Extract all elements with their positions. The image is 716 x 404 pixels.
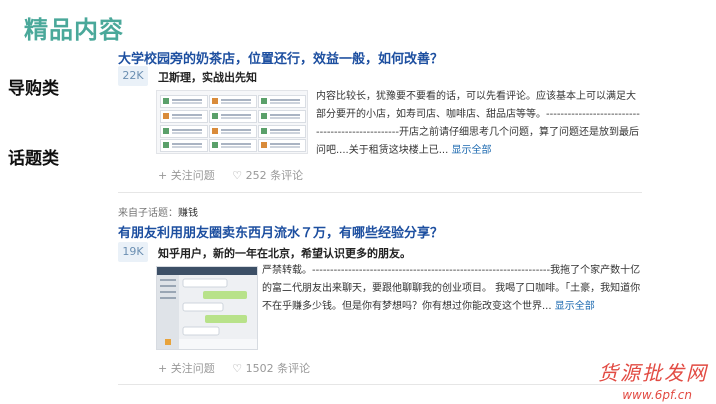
answer-thumbnail[interactable]	[156, 266, 258, 350]
answer-author[interactable]: 知乎用户，新的一年在北京，希望认识更多的朋友。	[158, 245, 411, 261]
answer-excerpt: 严禁转载。-----------------------------------…	[262, 262, 642, 316]
question-title[interactable]: 有朋友利用朋友圈卖东西月流水７万，有哪些经验分享？	[118, 222, 443, 241]
watermark-url: www.6pf.cn	[622, 388, 692, 402]
topic-prefix: 来自子话题：	[118, 208, 178, 219]
feed-divider	[118, 384, 642, 385]
feed-divider	[118, 192, 642, 193]
follow-question-button[interactable]: + 关注问题	[158, 169, 215, 182]
question-title[interactable]: 大学校园旁的奶茶店，位置还行，效益一般，如何改善？	[118, 48, 443, 67]
category-label-shopping: 导购类	[8, 79, 59, 99]
page-title: 精品内容	[24, 16, 124, 44]
chat-screenshot-image	[157, 267, 257, 349]
show-all-link[interactable]: 显示全部	[555, 301, 595, 312]
answer-excerpt: 内容比较长，犹豫要不要看的话，可以先看评论。应该基本上可以满足大部分要开的小店，…	[316, 88, 642, 160]
comments-link[interactable]: ♡ 252 条评论	[232, 169, 303, 182]
vote-count-badge[interactable]: 22K	[118, 66, 148, 86]
answer-thumbnail[interactable]	[156, 90, 308, 154]
topic-source-line: 来自子话题：赚钱	[118, 204, 198, 219]
show-all-link[interactable]: 显示全部	[451, 145, 491, 156]
watermark-logo: 货源批发网	[598, 361, 708, 385]
follow-question-button[interactable]: + 关注问题	[158, 362, 215, 375]
category-label-topic: 话题类	[8, 149, 59, 169]
answer-author[interactable]: 卫斯理，实战出先知	[158, 69, 257, 85]
topic-link[interactable]: 赚钱	[178, 208, 198, 219]
vote-count-badge[interactable]: 19K	[118, 242, 148, 262]
comments-link[interactable]: ♡ 1502 条评论	[232, 362, 310, 375]
answer-meta: + 关注问题 ♡ 1502 条评论	[158, 360, 324, 376]
answer-meta: + 关注问题 ♡ 252 条评论	[158, 167, 317, 183]
